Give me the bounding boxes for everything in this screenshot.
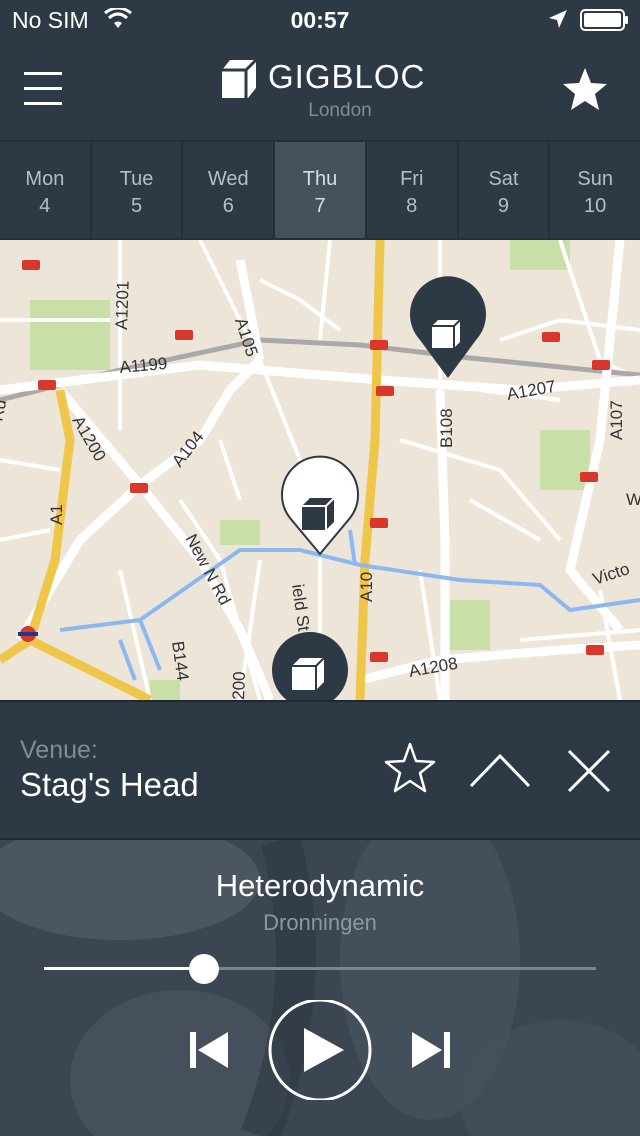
day-date: 6 bbox=[222, 195, 234, 217]
day-name: Mon bbox=[25, 168, 65, 190]
clock: 00:57 bbox=[290, 7, 350, 33]
skip-forward-icon[interactable] bbox=[408, 1030, 452, 1070]
road-label: A1 bbox=[47, 504, 66, 525]
tab-day-thu[interactable]: Thu 7 bbox=[275, 142, 367, 238]
day-date: 5 bbox=[131, 195, 143, 217]
venue-marker-selected[interactable] bbox=[281, 455, 359, 556]
app-header: GIGBLOC London bbox=[0, 40, 640, 140]
hamburger-menu-icon[interactable] bbox=[24, 70, 62, 108]
road-label: Victo bbox=[590, 559, 632, 589]
tab-day-sat[interactable]: Sat 9 bbox=[459, 142, 551, 238]
track-title: Heterodynamic bbox=[215, 868, 425, 903]
road-label: A10 bbox=[357, 572, 376, 602]
cube-logo-icon bbox=[222, 58, 258, 98]
progress-knob[interactable] bbox=[189, 954, 219, 984]
road-label: A1208 bbox=[407, 654, 459, 681]
road-label: W bbox=[626, 490, 640, 509]
tab-day-tue[interactable]: Tue 5 bbox=[92, 142, 184, 238]
tab-day-wed[interactable]: Wed 6 bbox=[183, 142, 276, 238]
map-view[interactable]: A1201 A105 A1199 A10 B108 A1207 A1200 A1… bbox=[0, 240, 640, 700]
road-label: B144 bbox=[168, 640, 192, 682]
progress-fill bbox=[44, 967, 204, 970]
day-name: Sat bbox=[488, 168, 519, 190]
close-icon[interactable] bbox=[566, 748, 612, 794]
park-area bbox=[30, 300, 110, 370]
road-label: ield St bbox=[288, 583, 313, 633]
road-label: A105 bbox=[231, 315, 261, 359]
park-area bbox=[220, 520, 260, 545]
day-name: Thu bbox=[302, 168, 338, 190]
road-label: 200 bbox=[229, 671, 249, 700]
road-label: B108 bbox=[437, 408, 456, 448]
battery-icon bbox=[580, 9, 628, 31]
venue-marker[interactable] bbox=[410, 276, 486, 378]
park-area bbox=[150, 680, 180, 700]
skip-back-icon[interactable] bbox=[188, 1030, 232, 1070]
day-date: 8 bbox=[406, 195, 418, 217]
day-date: 9 bbox=[497, 195, 510, 217]
day-name: Fri bbox=[400, 168, 424, 190]
audio-player: Heterodynamic Dronningen bbox=[0, 840, 640, 1136]
app-logo: GIGBLOC London bbox=[220, 58, 430, 128]
play-icon[interactable] bbox=[266, 1000, 374, 1100]
map-canvas[interactable]: A1201 A105 A1199 A10 B108 A1207 A1200 A1… bbox=[0, 240, 640, 700]
tab-day-fri[interactable]: Fri 8 bbox=[367, 142, 459, 238]
brand-name: GIGBLOC bbox=[268, 58, 426, 95]
day-selector: Mon 4 Tue 5 Wed 6 Thu 7 Fri 8 Sat 9 Sun 10 bbox=[0, 140, 640, 240]
road-label: A107 bbox=[607, 400, 626, 440]
road-label: Rd bbox=[0, 398, 10, 423]
venue-label: Venue: bbox=[20, 736, 98, 764]
artist-name: Dronningen bbox=[263, 910, 377, 935]
venue-marker[interactable] bbox=[272, 632, 348, 700]
location-arrow-icon bbox=[549, 10, 567, 28]
canal bbox=[59, 529, 640, 681]
day-date: 4 bbox=[39, 195, 51, 217]
tab-day-sun[interactable]: Sun 10 bbox=[550, 142, 640, 238]
tab-day-mon[interactable]: Mon 4 bbox=[0, 142, 92, 238]
park-area bbox=[450, 600, 490, 650]
day-name: Tue bbox=[119, 168, 154, 190]
star-outline-icon[interactable] bbox=[382, 740, 438, 796]
star-filled-icon[interactable] bbox=[560, 66, 610, 114]
city-label: London bbox=[308, 100, 372, 121]
day-date: 10 bbox=[584, 195, 607, 217]
venue-panel: Venue: Stag's Head bbox=[0, 700, 640, 840]
venue-name: Stag's Head bbox=[20, 766, 199, 803]
road-label: A1201 bbox=[112, 280, 133, 330]
chevron-up-icon[interactable] bbox=[468, 750, 532, 790]
day-name: Sun bbox=[577, 168, 613, 190]
status-bar: No SIM 00:57 bbox=[0, 0, 640, 40]
day-date: 7 bbox=[314, 195, 326, 217]
day-name: Wed bbox=[207, 168, 249, 190]
